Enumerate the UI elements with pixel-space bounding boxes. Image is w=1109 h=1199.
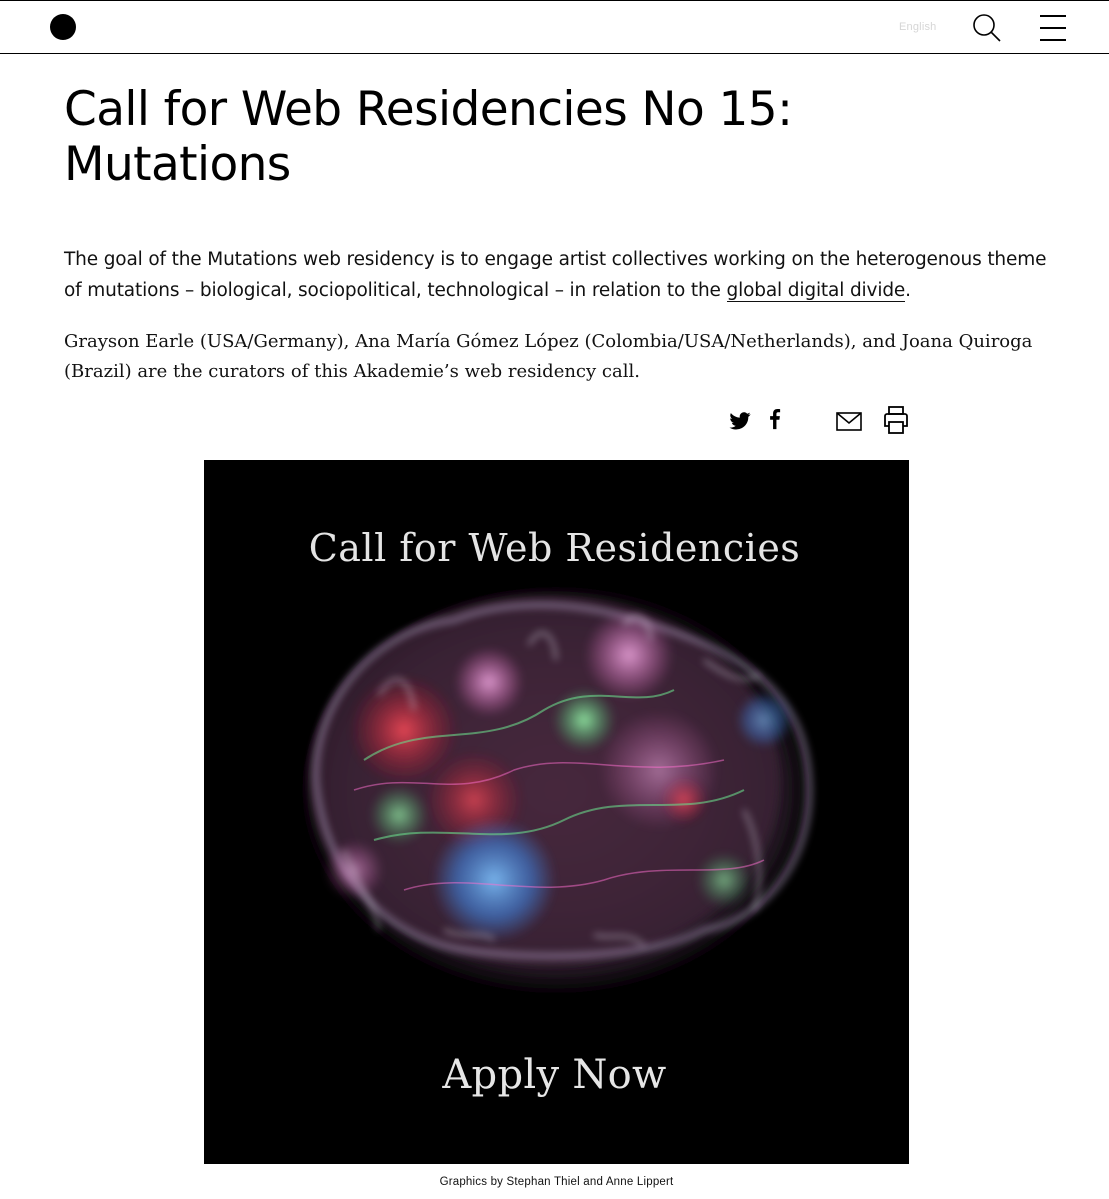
curators-paragraph: Grayson Earle (USA/Germany), Ana María G…	[64, 331, 1033, 382]
menu-bar-middle	[1040, 27, 1066, 29]
site-header: English	[0, 0, 1109, 54]
intro-end: .	[905, 280, 911, 301]
brain-graphic	[291, 580, 821, 1000]
intro-paragraph: The goal of the Mutations web residency …	[64, 244, 1054, 306]
mail-icon	[836, 412, 862, 431]
print-icon	[884, 406, 908, 434]
share-twitter-button[interactable]	[728, 407, 752, 435]
menu-bar-top	[1040, 15, 1066, 17]
facebook-icon	[770, 408, 781, 430]
page-title-line-1: Call for Web Residencies No 15:	[64, 82, 793, 137]
image-caption: Graphics by Stephan Thiel and Anne Lippe…	[439, 1176, 674, 1188]
page-title-line-2: Mutations	[64, 137, 291, 192]
global-digital-divide-link[interactable]: global digital divide	[726, 280, 905, 302]
search-icon	[973, 14, 1001, 42]
page-title: Call for Web Residencies No 15: Mutation…	[64, 82, 1024, 192]
print-button[interactable]	[880, 404, 912, 436]
share-mail-button[interactable]	[835, 407, 863, 435]
search-button[interactable]	[971, 13, 1003, 43]
twitter-icon	[729, 412, 751, 430]
hamburger-menu-icon[interactable]	[1040, 15, 1066, 41]
filled-circle-logo-icon[interactable]	[50, 14, 76, 40]
language-switch-link[interactable]: English	[899, 21, 936, 33]
poster-image	[204, 460, 909, 1164]
share-facebook-button[interactable]	[768, 407, 786, 435]
menu-bar-bottom	[1040, 39, 1066, 41]
